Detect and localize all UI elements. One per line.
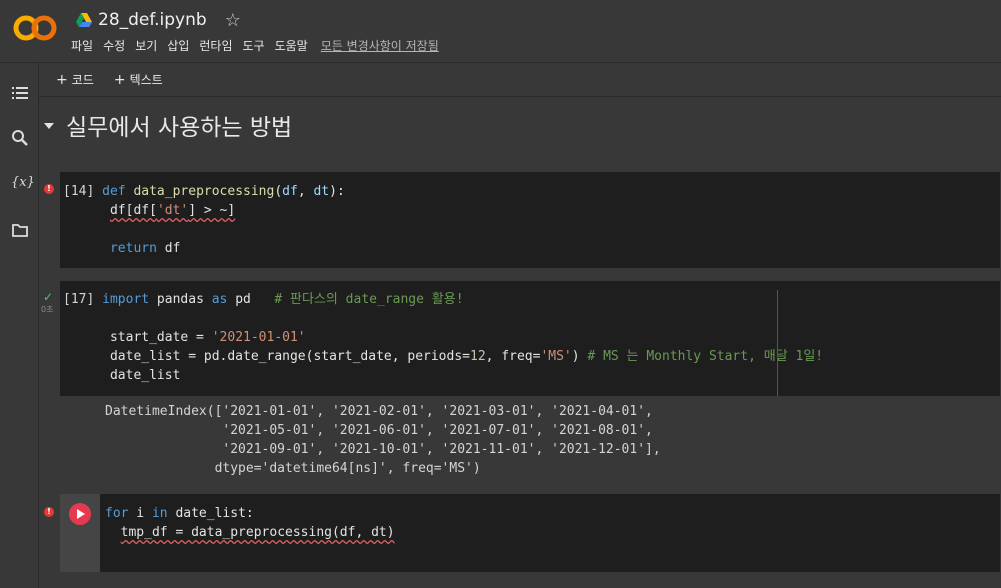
google-drive-icon[interactable] (76, 13, 92, 27)
section-title: 실무에서 사용하는 방법 (66, 115, 293, 141)
menu-runtime[interactable]: 런타임 (199, 37, 232, 54)
menu-view[interactable]: 보기 (135, 37, 157, 54)
error-icon[interactable]: ! (44, 507, 54, 517)
run-cell-button[interactable] (69, 503, 91, 525)
add-text-button[interactable]: + 텍스트 (114, 71, 163, 88)
cell-output: DatetimeIndex(['2021-01-01', '2021-02-01… (105, 402, 661, 478)
add-text-label: 텍스트 (129, 73, 163, 87)
menu-edit[interactable]: 수정 (103, 37, 125, 54)
plus-icon: + (56, 72, 68, 88)
add-code-button[interactable]: + 코드 (56, 71, 94, 88)
toc-icon[interactable] (11, 84, 29, 102)
output-line: DatetimeIndex(['2021-01-01', '2021-02-01… (105, 404, 653, 419)
output-line: '2021-05-01', '2021-06-01', '2021-07-01'… (105, 423, 653, 438)
save-status[interactable]: 모든 변경사항이 저장됨 (321, 37, 439, 54)
cell-toolbar: + 코드 + 텍스트 (56, 71, 183, 88)
menu-bar: 파일 수정 보기 삽입 런타임 도구 도움말 모든 변경사항이 저장됨 (71, 37, 449, 54)
success-check-icon: ✓ (43, 290, 54, 304)
cell-prompt: [17] (63, 292, 95, 307)
cell-code[interactable]: [14] def data_preprocessing(df, dt): df[… (63, 182, 345, 258)
menu-help[interactable]: 도움말 (275, 37, 308, 54)
plus-icon: + (113, 72, 126, 88)
error-icon[interactable]: ! (44, 184, 54, 194)
code-cell-run[interactable]: for i in date_list: tmp_df = data_prepro… (60, 494, 1000, 572)
output-line: '2021-09-01', '2021-10-01', '2021-11-01'… (105, 442, 661, 457)
cell-prompt: [14] (63, 184, 95, 199)
notebook-title[interactable]: 28_def.ipynb (98, 10, 207, 30)
header-divider (0, 62, 1001, 63)
line-length-ruler (777, 290, 778, 396)
section-heading[interactable]: 실무에서 사용하는 방법 (44, 108, 292, 142)
cell-code[interactable]: for i in date_list: tmp_df = data_prepro… (105, 504, 395, 542)
folder-icon[interactable] (11, 221, 29, 239)
variables-icon[interactable]: {x} (11, 175, 35, 193)
title-row: 28_def.ipynb ☆ (76, 9, 241, 31)
star-icon[interactable]: ☆ (225, 10, 241, 31)
output-line: dtype='datetime64[ns]', freq='MS') (105, 461, 481, 476)
colab-logo[interactable] (13, 14, 57, 42)
menu-tools[interactable]: 도구 (243, 37, 265, 54)
code-cell-17[interactable]: [17] import pandas as pd # 판다스의 date_ran… (60, 281, 1000, 396)
run-cell-area (60, 494, 100, 572)
add-code-label: 코드 (71, 73, 94, 87)
top-bar: 28_def.ipynb ☆ 파일 수정 보기 삽입 런타임 도구 도움말 모든… (0, 0, 1001, 62)
menu-insert[interactable]: 삽입 (167, 37, 189, 54)
collapse-caret-icon[interactable] (44, 123, 54, 129)
exec-time: 0초 (41, 305, 54, 314)
menu-file[interactable]: 파일 (71, 37, 93, 54)
left-sidebar: {x} (0, 63, 39, 588)
cell-code[interactable]: [17] import pandas as pd # 판다스의 date_ran… (63, 290, 823, 385)
search-icon[interactable] (11, 129, 29, 147)
toolbar-divider (39, 96, 1001, 97)
code-cell-14[interactable]: [14] def data_preprocessing(df, dt): df[… (60, 172, 1000, 268)
